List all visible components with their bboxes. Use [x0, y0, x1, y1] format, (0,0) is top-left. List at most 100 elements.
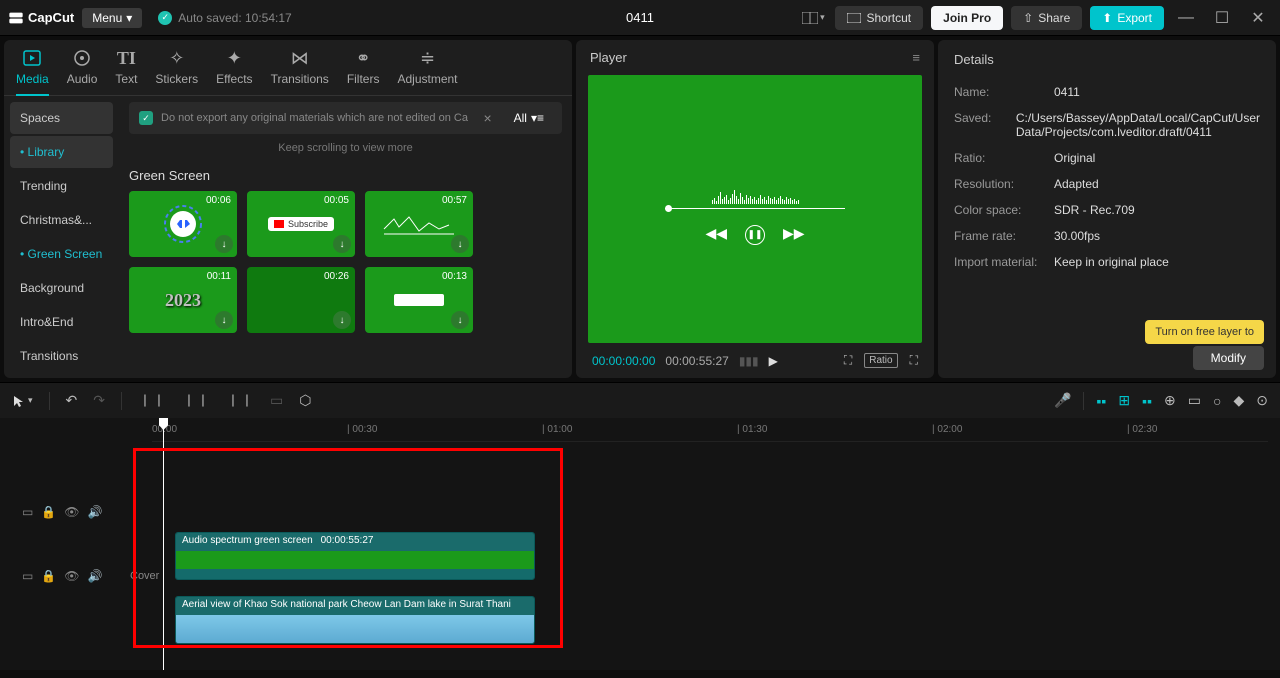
tab-stickers[interactable]: ✧ Stickers: [155, 48, 198, 95]
all-filter-button[interactable]: All ▾≡: [506, 108, 552, 128]
detail-row-ratio: Ratio: Original: [954, 151, 1260, 165]
thumb-item[interactable]: 00:11 2023 ↓: [129, 267, 237, 333]
fullscreen-icon[interactable]: ⛶: [910, 353, 918, 368]
select-tool[interactable]: ▾: [12, 394, 33, 408]
preview-axis-icon[interactable]: ⊕: [1164, 392, 1176, 409]
cat-transitions[interactable]: Transitions: [10, 340, 113, 372]
forward-icon[interactable]: ▶▶: [783, 225, 805, 245]
mic-icon[interactable]: 🎤: [1054, 392, 1071, 409]
magnet-link-icon[interactable]: ▪▪: [1142, 393, 1152, 409]
clip-body: [176, 551, 534, 580]
progress-bar[interactable]: [665, 208, 845, 209]
ratio-button[interactable]: Ratio: [864, 353, 897, 368]
minimize-button[interactable]: —: [1172, 4, 1200, 32]
volume-bars-icon[interactable]: ▮▮▮: [739, 354, 759, 368]
join-pro-button[interactable]: Join Pro: [931, 6, 1003, 30]
timeline: 00:00 | 00:30 | 01:00 | 01:30 | 02:00 | …: [0, 418, 1280, 670]
notice-text: Do not export any original materials whi…: [161, 112, 469, 124]
ruler-mark: 01:30: [742, 424, 767, 435]
track-collapse-icon[interactable]: ▭: [22, 569, 33, 583]
tab-filters[interactable]: ⚭ Filters: [347, 48, 380, 95]
rewind-icon[interactable]: ◀◀: [705, 225, 727, 245]
magnet-main-icon[interactable]: ▪▪: [1096, 393, 1106, 409]
download-icon[interactable]: ↓: [215, 311, 233, 329]
time-current: 00:00:00:00: [592, 354, 655, 368]
split-right-button[interactable]: 〡〡: [226, 391, 254, 411]
mute-icon[interactable]: 🔊: [88, 569, 103, 583]
eye-icon[interactable]: 👁: [64, 569, 79, 583]
chevron-down-icon: ▾: [820, 12, 825, 23]
cat-library[interactable]: Library: [10, 136, 113, 168]
audio-spectrum: [665, 174, 845, 204]
cat-scenery[interactable]: Scenery: [10, 374, 113, 378]
timeline-ruler[interactable]: 00:00 | 00:30 | 01:00 | 01:30 | 02:00 | …: [152, 418, 1268, 442]
timeline-settings-icon[interactable]: ⊙: [1256, 392, 1268, 409]
player-title: Player: [590, 50, 627, 65]
share-label: Share: [1038, 11, 1070, 25]
topbar: CapCut Menu ▾ ✓ Auto saved: 10:54:17 041…: [0, 0, 1280, 36]
autosave-status: ✓ Auto saved: 10:54:17: [158, 11, 291, 25]
preview-frame-icon[interactable]: ▭: [1188, 392, 1201, 409]
timeline-clip[interactable]: Audio spectrum green screen 00:00:55:27: [175, 532, 535, 580]
cat-greenscreen[interactable]: Green Screen: [10, 238, 113, 270]
thumb-item[interactable]: 00:06 ↓: [129, 191, 237, 257]
tab-text[interactable]: TI Text: [115, 48, 137, 95]
redo-button[interactable]: ↷: [93, 392, 105, 409]
tool-tabs: Media Audio TI Text ✧ Stickers ✦ Effects…: [4, 40, 572, 96]
player-menu-icon[interactable]: ≡: [912, 50, 920, 65]
download-icon[interactable]: ↓: [333, 235, 351, 253]
thumbnail-grid: 00:06 ↓ 00:05 Subscribe ↓ 0: [129, 191, 562, 333]
download-icon[interactable]: ↓: [451, 235, 469, 253]
track-collapse-icon[interactable]: ▭: [22, 505, 33, 519]
tab-effects[interactable]: ✦ Effects: [216, 48, 252, 95]
cover-label[interactable]: Cover: [130, 570, 159, 582]
lock-icon[interactable]: 🔒: [41, 505, 56, 519]
thumb-item[interactable]: 00:57 ↓: [365, 191, 473, 257]
eye-icon[interactable]: 👁: [64, 505, 79, 519]
play-button[interactable]: ▶: [769, 354, 778, 368]
cat-introend[interactable]: Intro&End: [10, 306, 113, 338]
magnet-track-icon[interactable]: ⊞: [1118, 392, 1130, 409]
menu-button[interactable]: Menu ▾: [82, 8, 142, 28]
video-preview[interactable]: ◀◀ ❚❚ ▶▶: [588, 75, 922, 343]
cat-trending[interactable]: Trending: [10, 170, 113, 202]
delete-button[interactable]: ▭: [270, 392, 283, 409]
download-icon[interactable]: ↓: [451, 311, 469, 329]
split-left-button[interactable]: 〡〡: [182, 391, 210, 411]
tab-adjustment[interactable]: ≑ Adjustment: [397, 48, 457, 95]
tab-audio[interactable]: Audio: [67, 48, 98, 95]
zoom-out-icon[interactable]: ○: [1213, 393, 1221, 409]
cat-background[interactable]: Background: [10, 272, 113, 304]
export-button[interactable]: ⬆ Export: [1090, 6, 1164, 30]
modify-button[interactable]: Modify: [1193, 346, 1264, 370]
tab-transitions[interactable]: ⋈ Transitions: [271, 48, 329, 95]
tab-filters-label: Filters: [347, 72, 380, 86]
layout-icon[interactable]: ▾: [799, 4, 827, 32]
shortcut-button[interactable]: Shortcut: [835, 6, 923, 30]
undo-button[interactable]: ↶: [66, 392, 78, 409]
timeline-clip[interactable]: Aerial view of Khao Sok national park Ch…: [175, 596, 535, 644]
cat-spaces[interactable]: Spaces: [10, 102, 113, 134]
zoom-slider[interactable]: ◆: [1233, 392, 1244, 409]
split-button[interactable]: 〡〡: [138, 391, 166, 411]
download-icon[interactable]: ↓: [333, 311, 351, 329]
lock-icon[interactable]: 🔒: [41, 569, 56, 583]
promo-banner[interactable]: Turn on free layer to: [1145, 320, 1264, 344]
crop-icon[interactable]: ⛶: [844, 353, 852, 368]
mute-icon[interactable]: 🔊: [88, 505, 103, 519]
detail-label: Color space:: [954, 203, 1054, 217]
thumb-item[interactable]: 00:05 Subscribe ↓: [247, 191, 355, 257]
tab-media[interactable]: Media: [16, 48, 49, 96]
maximize-button[interactable]: ☐: [1208, 4, 1236, 32]
thumb-item[interactable]: 00:26 ↓: [247, 267, 355, 333]
notice-close-button[interactable]: ×: [477, 110, 497, 126]
pause-icon[interactable]: ❚❚: [745, 225, 765, 245]
left-body: Spaces Library Trending Christmas&... Gr…: [4, 96, 572, 378]
close-button[interactable]: ✕: [1244, 4, 1272, 32]
marker-button[interactable]: ⬡: [299, 392, 311, 409]
download-icon[interactable]: ↓: [215, 235, 233, 253]
playhead[interactable]: [163, 418, 164, 670]
thumb-item[interactable]: 00:13 ↓: [365, 267, 473, 333]
cat-christmas[interactable]: Christmas&...: [10, 204, 113, 236]
share-button[interactable]: ⇧ Share: [1011, 6, 1082, 30]
